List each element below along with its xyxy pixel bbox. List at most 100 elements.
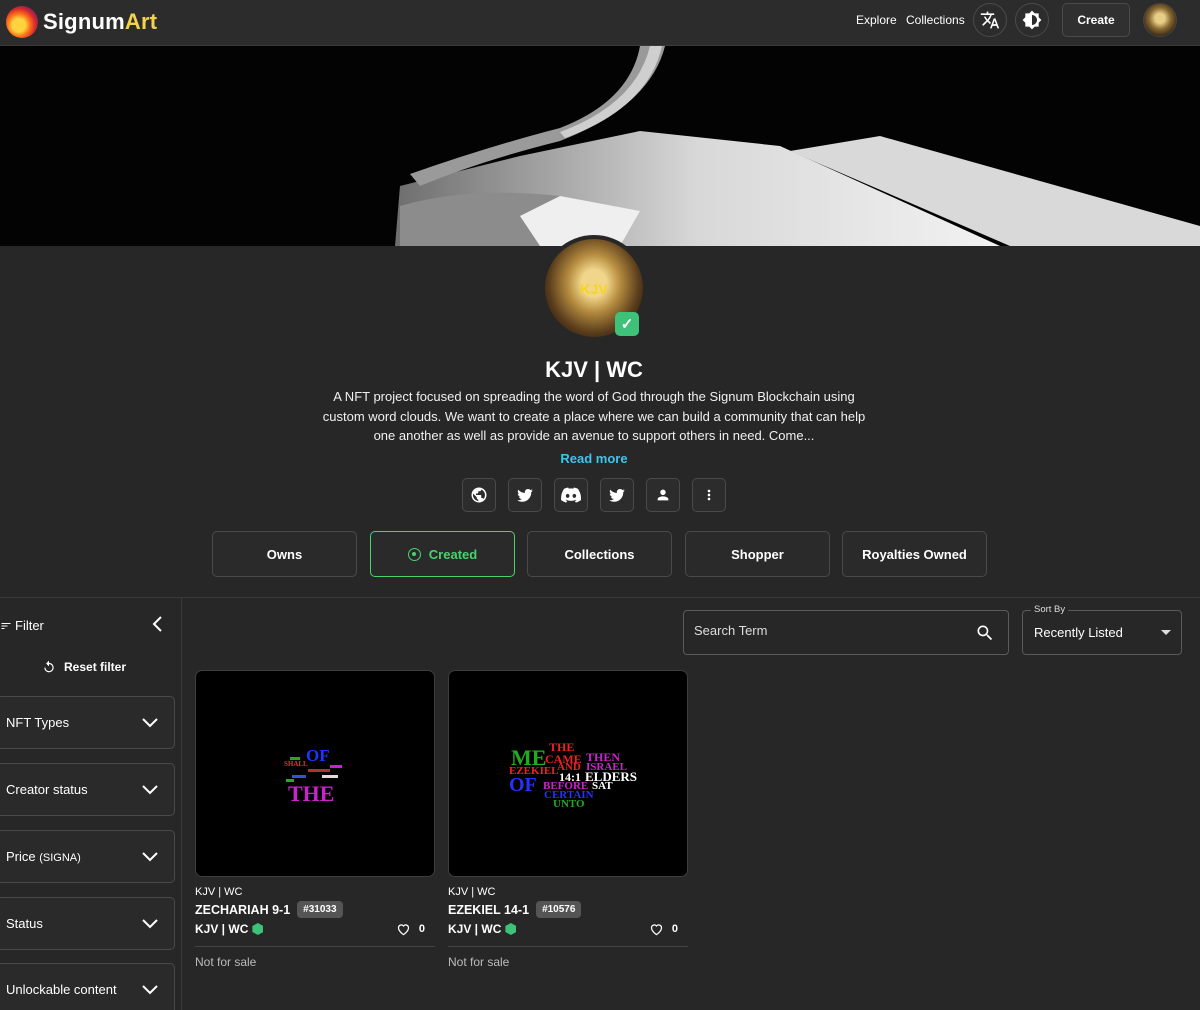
signumart-logo[interactable]: SignumArt	[6, 4, 157, 40]
accordion-label: Unlockable content	[6, 982, 117, 997]
word-cloud-word: OF	[509, 774, 537, 796]
twitter-icon	[517, 489, 533, 502]
nav-collections[interactable]: Collections	[906, 13, 965, 27]
twitter-icon	[609, 489, 625, 502]
filter-header: Filter	[0, 618, 44, 633]
nft-id-badge: #31033	[297, 901, 343, 918]
nft-card[interactable]: OF THE SHALL KJV | WC ZECHARIAH 9-1 #310…	[195, 670, 435, 969]
tab-royalties-owned[interactable]: Royalties Owned	[842, 531, 987, 577]
filter-unlockable-content[interactable]: Unlockable content	[0, 963, 175, 1010]
nft-image[interactable]: OF THE SHALL	[195, 670, 435, 877]
word-cloud-word: OF	[306, 746, 330, 765]
avatar-label: KJV	[580, 281, 608, 297]
create-button[interactable]: Create	[1062, 3, 1130, 37]
word-cloud-fragment	[290, 757, 300, 760]
search-input[interactable]	[694, 623, 964, 638]
filter-sidebar: Filter Reset filter NFT Types Creator st…	[0, 598, 182, 1010]
top-navbar: SignumArt Explore Collections Create	[0, 0, 1200, 46]
more-vert-icon	[707, 489, 711, 501]
radio-selected-icon	[407, 547, 421, 561]
chevron-left-icon	[152, 616, 162, 632]
tab-shopper[interactable]: Shopper	[685, 531, 830, 577]
tab-label: Shopper	[731, 546, 784, 562]
card-title[interactable]: ZECHARIAH 9-1	[195, 903, 290, 917]
accordion-label: Creator status	[6, 782, 88, 797]
reset-icon	[44, 660, 54, 673]
logo-text: SignumArt	[43, 9, 158, 34]
verified-icon	[505, 923, 517, 935]
website-button[interactable]	[462, 478, 496, 512]
read-more-link[interactable]: Read more	[0, 451, 1188, 466]
language-button[interactable]	[973, 3, 1007, 37]
profile-name: KJV | WC	[545, 357, 643, 382]
search-field	[683, 610, 1009, 655]
reset-filter-button[interactable]: Reset filter	[42, 660, 126, 674]
word-cloud-word: SHALL	[284, 760, 308, 768]
tab-collections[interactable]: Collections	[527, 531, 672, 577]
word-cloud-fragment	[292, 775, 306, 778]
profile-button[interactable]	[646, 478, 680, 512]
sale-status: Not for sale	[195, 955, 257, 969]
creator-name: KJV | WC	[448, 922, 502, 936]
user-avatar[interactable]	[1143, 3, 1177, 37]
reset-label: Reset filter	[64, 660, 127, 674]
user-icon	[657, 489, 669, 501]
word-cloud-fragment	[286, 779, 294, 782]
like-button[interactable]: 0	[649, 922, 678, 936]
heart-icon	[397, 924, 410, 936]
chevron-down-icon	[142, 784, 158, 794]
nft-image[interactable]: THE ME CAME THEN EZEKIEL AND ISRAEL 14:1…	[448, 670, 688, 877]
more-button[interactable]	[692, 478, 726, 512]
heart-icon	[650, 924, 663, 936]
tab-label: Created	[428, 546, 478, 562]
word-cloud-word: SAT	[592, 780, 613, 792]
accordion-label: Status	[6, 916, 43, 931]
nft-id-badge: #10576	[536, 901, 582, 918]
filter-lines-icon	[1, 622, 11, 629]
creator-link[interactable]: KJV | WC	[448, 922, 517, 936]
card-title-row: ZECHARIAH 9-1 #31033	[195, 901, 435, 918]
card-title[interactable]: EZEKIEL 14-1	[448, 903, 529, 917]
nft-card[interactable]: THE ME CAME THEN EZEKIEL AND ISRAEL 14:1…	[448, 670, 688, 969]
word-cloud-fragment	[308, 769, 330, 772]
sale-status: Not for sale	[448, 955, 510, 969]
discord-icon	[561, 487, 581, 503]
like-count: 0	[418, 923, 425, 935]
search-icon[interactable]	[975, 623, 995, 643]
theme-toggle-button[interactable]	[1015, 3, 1049, 37]
card-collection-name[interactable]: KJV | WC	[195, 886, 435, 898]
twitter-button-2[interactable]	[600, 478, 634, 512]
tab-owns[interactable]: Owns	[212, 531, 357, 577]
sort-select[interactable]: Sort By Recently Listed	[1022, 604, 1182, 655]
filter-label: Filter	[15, 618, 44, 633]
word-cloud-word: UNTO	[553, 798, 585, 810]
twitter-button[interactable]	[508, 478, 542, 512]
card-divider	[448, 946, 688, 947]
discord-button[interactable]	[554, 478, 588, 512]
card-title-row: EZEKIEL 14-1 #10576	[448, 901, 688, 918]
card-collection-name[interactable]: KJV | WC	[448, 886, 688, 898]
filter-status[interactable]: Status	[0, 897, 175, 950]
translate-icon	[980, 11, 1000, 29]
card-creator-row: KJV | WC 0	[195, 922, 435, 936]
profile-description: A NFT project focused on spreading the w…	[322, 389, 866, 443]
profile-banner	[0, 46, 1200, 246]
like-button[interactable]: 0	[396, 922, 425, 936]
chevron-down-icon	[142, 851, 158, 861]
collapse-sidebar-button[interactable]	[150, 615, 164, 638]
creator-link[interactable]: KJV | WC	[195, 922, 264, 936]
verified-icon: ✓	[615, 312, 639, 336]
tab-label: Owns	[266, 546, 303, 562]
card-divider	[195, 946, 435, 947]
nav-explore[interactable]: Explore	[856, 13, 897, 27]
accordion-label: NFT Types	[6, 715, 70, 730]
globe-icon	[471, 487, 487, 503]
filter-price[interactable]: Price (SIGNA)	[0, 830, 175, 883]
like-count: 0	[671, 923, 678, 935]
tab-label: Royalties Owned	[862, 546, 967, 562]
tab-created[interactable]: Created	[370, 531, 515, 577]
filter-nft-types[interactable]: NFT Types	[0, 696, 175, 749]
dropdown-arrow-icon	[1161, 630, 1171, 635]
accordion-label: Price (SIGNA)	[6, 849, 81, 864]
filter-creator-status[interactable]: Creator status	[0, 763, 175, 816]
